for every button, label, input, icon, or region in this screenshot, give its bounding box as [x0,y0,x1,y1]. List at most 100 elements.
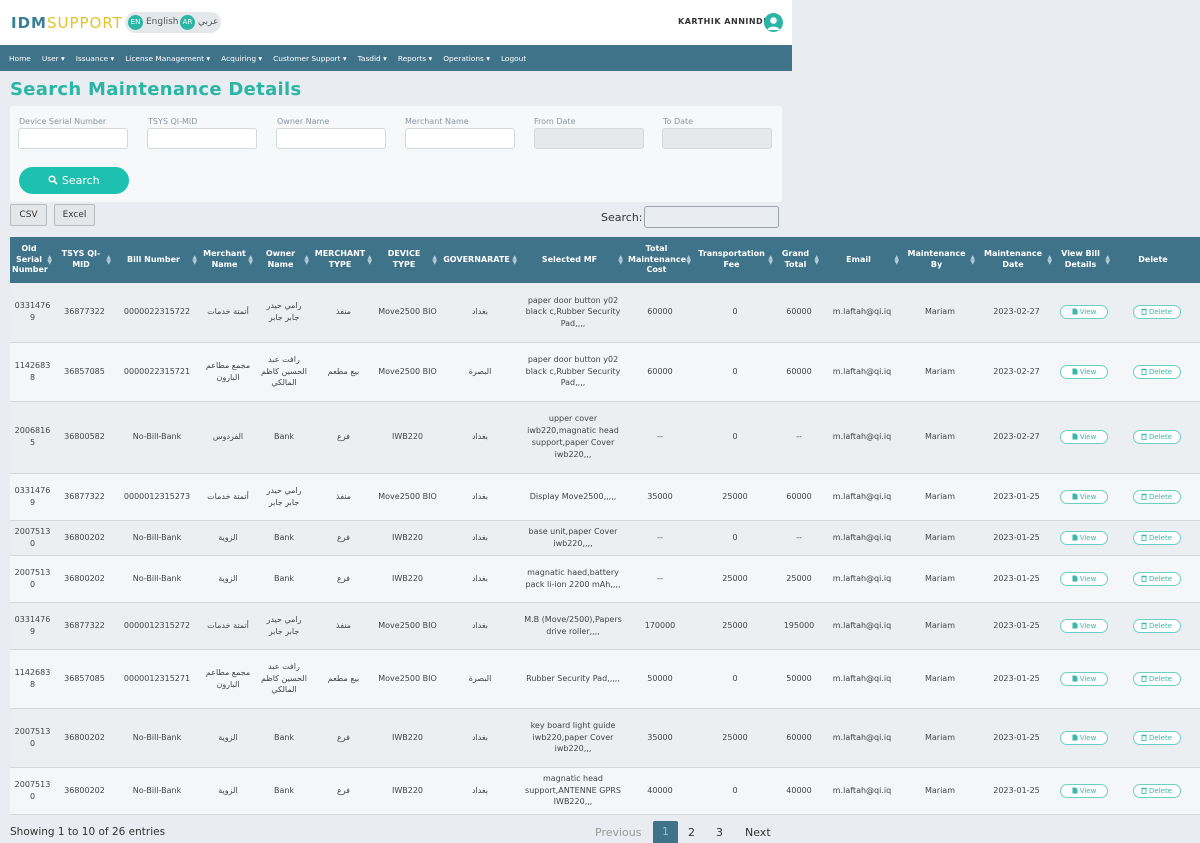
email-cell[interactable]: m.laftah@qi.iq [822,602,902,650]
email-cell[interactable]: m.laftah@qi.iq [822,708,902,768]
view-bill-cell: View [1055,342,1113,402]
csv-button[interactable]: CSV [10,204,47,226]
view-bill-button[interactable]: View [1060,571,1108,586]
lang-en-badge[interactable]: EN [128,15,143,30]
view-bill-button[interactable]: View [1060,530,1108,545]
nav-license-management[interactable]: License Management ▾ [125,54,210,63]
col-bill-number[interactable]: Bill Number ▲ ▼ [114,237,200,283]
table-search-input[interactable] [644,206,779,228]
email-cell[interactable]: m.laftah@qi.iq [822,649,902,709]
transport-fee-cell: 0 [694,649,776,709]
delete-button[interactable]: Delete [1132,671,1181,686]
tsys-mid-input[interactable] [147,128,257,149]
email-cell[interactable]: m.laftah@qi.iq [822,342,902,402]
search-button[interactable]: Search [19,167,129,194]
email-cell[interactable]: m.laftah@qi.iq [822,520,902,556]
user-name[interactable]: KARTHIK ANNINDLA [678,17,776,26]
total-cost-cell: 60000 [626,342,694,402]
col-device-type[interactable]: DEVICE TYPE ▲ ▼ [375,237,440,283]
from-date-input[interactable] [534,128,644,149]
col-owner-name[interactable]: Owner Name ▲ ▼ [256,237,312,283]
table-row: 11426838 36857085 0000012315271 مجمع مطاعم … [10,649,1200,709]
view-bill-button[interactable]: View [1060,618,1108,633]
lang-ar-badge[interactable]: AR [180,15,195,30]
col-merchant-type[interactable]: MERCHANT TYPE ▲ ▼ [312,237,375,283]
lang-ar-label[interactable]: عربي [198,17,218,27]
col-selected-mf[interactable]: Selected MF ▲ ▼ [520,237,626,283]
sort-icon: ▲ ▼ [432,254,437,266]
nav-acquiring[interactable]: Acquiring ▾ [221,54,262,63]
view-bill-button[interactable]: View [1060,671,1108,686]
pagination-next[interactable]: Next [745,826,771,839]
pagination-previous[interactable]: Previous [595,826,642,839]
delete-button[interactable]: Delete [1132,571,1181,586]
col-grand-total[interactable]: Grand Total ▲ ▼ [776,237,822,283]
tsys-mid-cell: 36857085 [55,649,114,709]
delete-button[interactable]: Delete [1132,489,1181,504]
nav-tasdid[interactable]: Tasdid ▾ [358,54,387,63]
col-email[interactable]: Email ▲ ▼ [822,237,902,283]
owner-name-cell: رافت عبد الحسين كاظم المالكي [256,342,312,402]
view-bill-button[interactable]: View [1060,730,1108,745]
table-row: 20075130 36800202 No-Bill-Bank الزوية Bank فر… [10,520,1200,556]
nav-logout[interactable]: Logout [501,54,526,63]
email-cell[interactable]: m.laftah@qi.iq [822,283,902,343]
selected-mf-cell: paper door button y02 black c,Rubber Sec… [520,283,626,343]
delete-button[interactable]: Delete [1132,430,1181,444]
owner-name-cell: رافت عبد الحسين كاظم المالكي [256,649,312,709]
col-maintenance-by[interactable]: Maintenance By ▲ ▼ [902,237,978,283]
maintenance-date-cell: 2023-02-27 [978,283,1055,343]
bill-number-cell: 0000012315272 [114,602,200,650]
view-bill-cell: View [1055,473,1113,521]
lang-en-label[interactable]: English [146,17,179,27]
owner-name-input[interactable] [276,128,386,149]
nav-customer-support[interactable]: Customer Support ▾ [273,54,347,63]
user-avatar-icon[interactable] [764,13,783,32]
delete-button[interactable]: Delete [1132,530,1181,545]
delete-button[interactable]: Delete [1132,730,1181,745]
view-bill-button[interactable]: View [1060,489,1108,504]
delete-button[interactable]: Delete [1132,783,1181,798]
merchant-type-cell: فرع [312,555,375,603]
col-tsys-mid[interactable]: TSYS QI-MID ▲ ▼ [55,237,114,283]
pagination-page-2[interactable]: 2 [688,826,695,839]
col-maintenance-date[interactable]: Maintenance Date ▲ ▼ [978,237,1055,283]
col-governarate[interactable]: GOVERNARATE ▲ ▼ [440,237,520,283]
nav-reports[interactable]: Reports ▾ [398,54,432,63]
nav-home[interactable]: Home [9,54,31,63]
pagination-page-3[interactable]: 3 [716,826,723,839]
view-bill-cell: View [1055,602,1113,650]
delete-button[interactable]: Delete [1132,305,1181,320]
nav-issuance[interactable]: Issuance ▾ [76,54,114,63]
col-view-bill[interactable]: View Bill Details ▲ ▼ [1055,237,1113,283]
to-date-input[interactable] [662,128,772,149]
logo[interactable]: IDMSUPPORT [11,14,123,32]
email-cell[interactable]: m.laftah@qi.iq [822,401,902,474]
email-cell[interactable]: m.laftah@qi.iq [822,555,902,603]
nav-operations[interactable]: Operations ▾ [443,54,490,63]
delete-button[interactable]: Delete [1132,618,1181,633]
device-serial-input[interactable] [18,128,128,149]
nav-user[interactable]: User ▾ [42,54,65,63]
merchant-name-input[interactable] [405,128,515,149]
col-total-cost[interactable]: Total Maintenance Cost ▲ ▼ [626,237,694,283]
language-switcher[interactable]: EN English AR عربي [125,12,221,33]
table-row: 20075130 36800202 No-Bill-Bank الزوية Bank فر… [10,555,1200,603]
governarate-cell: بغداد [440,555,520,603]
view-bill-button[interactable]: View [1060,364,1108,379]
col-old-serial[interactable]: Old Serial Number ▲ ▼ [10,237,55,283]
view-bill-cell: View [1055,283,1113,343]
view-bill-button[interactable]: View [1060,430,1108,444]
pagination-page-1[interactable]: 1 [653,821,678,843]
view-bill-button[interactable]: View [1060,305,1108,320]
view-bill-button[interactable]: View [1060,783,1108,798]
excel-button[interactable]: Excel [54,204,95,226]
col-merchant-name[interactable]: Merchant Name ▲ ▼ [200,237,256,283]
col-transport-fee[interactable]: Transportation Fee ▲ ▼ [694,237,776,283]
email-cell[interactable]: m.laftah@qi.iq [822,767,902,815]
delete-button[interactable]: Delete [1132,364,1181,379]
file-icon [1072,675,1078,681]
email-cell[interactable]: m.laftah@qi.iq [822,473,902,521]
from-date-label: From Date [534,117,576,126]
delete-cell: Delete [1113,520,1200,556]
